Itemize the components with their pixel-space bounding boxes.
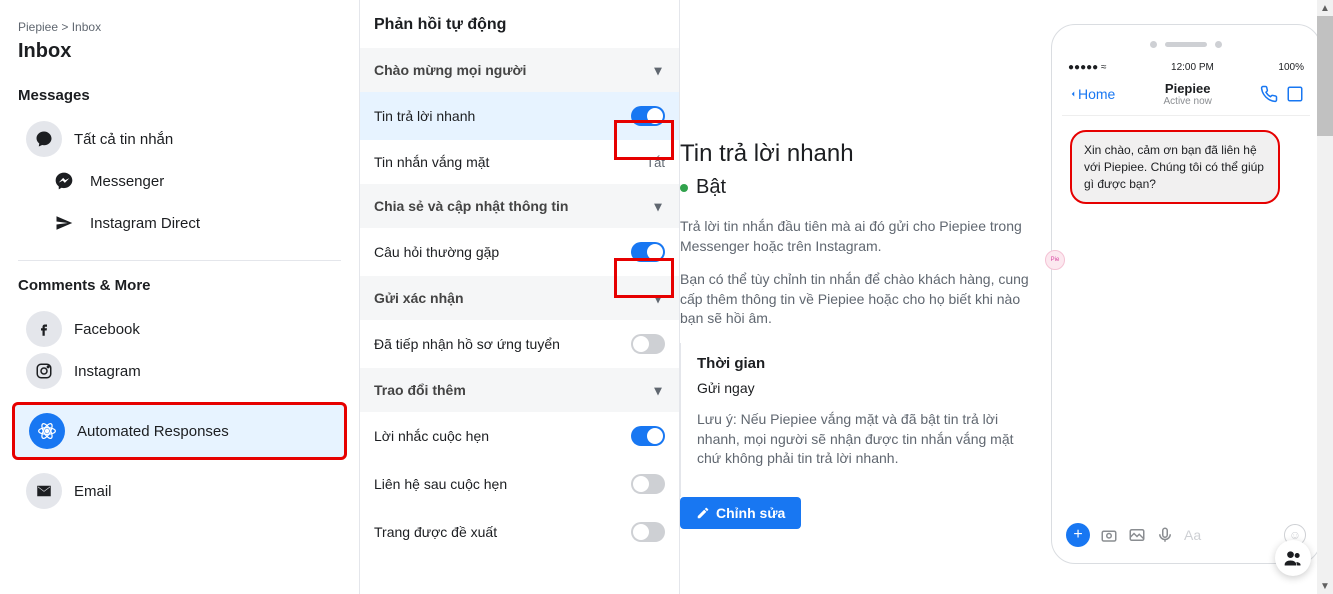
- nav-label: Automated Responses: [77, 423, 229, 440]
- nav-label: Facebook: [74, 321, 140, 338]
- group-confirm[interactable]: Gửi xác nhận ▾: [360, 276, 679, 320]
- image-icon[interactable]: [1128, 526, 1146, 544]
- nav-automated-responses[interactable]: Automated Responses: [12, 402, 347, 460]
- item-application-received[interactable]: Đã tiếp nhận hồ sơ ứng tuyển: [360, 320, 679, 368]
- messenger-icon: [50, 167, 78, 195]
- nav-all-messages[interactable]: Tất cả tin nhắn: [18, 118, 341, 160]
- phone-contact-name: Piepiee: [1115, 81, 1260, 96]
- chevron-left-icon: [1068, 87, 1078, 101]
- breadcrumb-section[interactable]: Inbox: [72, 20, 101, 34]
- pencil-icon: [696, 506, 710, 520]
- item-suggested[interactable]: Trang được đề xuất: [360, 508, 679, 556]
- status-label: Bật: [696, 176, 726, 199]
- toggle-suggested[interactable]: [631, 522, 665, 542]
- time-value: Gửi ngay: [697, 380, 1025, 396]
- phone-speaker: [1062, 35, 1310, 62]
- item-reminder[interactable]: Lời nhắc cuộc hẹn: [360, 412, 679, 460]
- section-comments: Comments & More: [18, 277, 341, 294]
- nav-instagram[interactable]: Instagram: [18, 350, 341, 392]
- phone-contact-status: Active now: [1115, 96, 1260, 107]
- chevron-down-icon: ▾: [651, 383, 665, 397]
- nav-label: Instagram: [74, 363, 141, 380]
- scrollbar[interactable]: ▲ ▼: [1317, 0, 1333, 594]
- status-row: Bật: [680, 176, 1041, 199]
- sidebar: Piepiee > Inbox Inbox Messages Tất cả ti…: [0, 0, 360, 594]
- toggle-reminder[interactable]: [631, 426, 665, 446]
- status-dot-icon: [680, 184, 688, 192]
- phone-plus-icon[interactable]: +: [1066, 523, 1090, 547]
- item-instant-reply[interactable]: Tin trả lời nhanh: [360, 92, 679, 140]
- nav-messenger[interactable]: Messenger: [18, 160, 341, 202]
- mic-icon[interactable]: [1156, 526, 1174, 544]
- phone-preview: ●●●●● ≈ 12:00 PM 100% Home Piepiee Activ…: [1051, 24, 1321, 582]
- phone-status-bar: ●●●●● ≈ 12:00 PM 100%: [1062, 62, 1310, 77]
- chat-icon: [26, 121, 62, 157]
- people-fab[interactable]: [1275, 540, 1311, 576]
- chevron-down-icon: ▾: [651, 199, 665, 213]
- phone-text-input[interactable]: Aa: [1184, 527, 1274, 543]
- edit-button[interactable]: Chỉnh sửa: [680, 497, 801, 529]
- email-icon: [26, 473, 62, 509]
- message-bubble: Xin chào, cảm ơn bạn đã liên hệ với Piep…: [1070, 130, 1280, 204]
- phone-input-bar: + Aa ☺: [1062, 517, 1310, 553]
- phone-info-icon[interactable]: [1286, 85, 1304, 103]
- page-title: Inbox: [18, 40, 341, 63]
- item-away-message[interactable]: Tin nhắn vắng mặt Tắt: [360, 140, 679, 184]
- divider: [18, 260, 341, 261]
- phone-home-link[interactable]: Home: [1068, 86, 1115, 102]
- detail-panel: Tin trả lời nhanh Bật Trả lời tin nhắn đ…: [680, 0, 1333, 594]
- group-share[interactable]: Chia sẻ và cập nhật thông tin ▾: [360, 184, 679, 228]
- send-icon: [50, 209, 78, 237]
- response-options: Phản hồi tự động Chào mừng mọi người ▾ T…: [360, 0, 680, 594]
- atom-icon: [29, 413, 65, 449]
- avatar-icon: Pie: [1045, 250, 1065, 270]
- description-2: Bạn có thể tùy chỉnh tin nhắn để chào kh…: [680, 270, 1041, 329]
- detail-title: Tin trả lời nhanh: [680, 140, 1041, 168]
- time-title: Thời gian: [697, 355, 1025, 372]
- item-after-contact[interactable]: Liên hệ sau cuộc hẹn: [360, 460, 679, 508]
- nav-email[interactable]: Email: [18, 470, 341, 512]
- instagram-icon: [26, 353, 62, 389]
- breadcrumb[interactable]: Piepiee > Inbox: [18, 20, 341, 34]
- nav-label: Messenger: [90, 173, 164, 190]
- chevron-down-icon: ▾: [651, 63, 665, 77]
- phone-call-icon[interactable]: [1260, 85, 1278, 103]
- section-messages: Messages: [18, 87, 341, 104]
- scroll-up-icon[interactable]: ▲: [1317, 0, 1333, 16]
- nav-label: Email: [74, 483, 112, 500]
- group-welcome[interactable]: Chào mừng mọi người ▾: [360, 48, 679, 92]
- nav-instagram-direct[interactable]: Instagram Direct: [18, 202, 341, 244]
- item-faq[interactable]: Câu hỏi thường gặp: [360, 228, 679, 276]
- scroll-down-icon[interactable]: ▼: [1317, 578, 1333, 594]
- breadcrumb-page[interactable]: Piepiee: [18, 20, 58, 34]
- description-1: Trả lời tin nhắn đầu tiên mà ai đó gửi c…: [680, 217, 1041, 256]
- toggle-instant-reply[interactable]: [631, 106, 665, 126]
- toggle-after-contact[interactable]: [631, 474, 665, 494]
- away-status: Tắt: [646, 155, 665, 170]
- phone-header: Home Piepiee Active now: [1062, 77, 1310, 116]
- facebook-icon: [26, 311, 62, 347]
- scrollbar-thumb[interactable]: [1317, 16, 1333, 136]
- nav-label: Tất cả tin nhắn: [74, 131, 173, 148]
- chevron-down-icon: ▾: [651, 291, 665, 305]
- camera-icon[interactable]: [1100, 526, 1118, 544]
- nav-facebook[interactable]: Facebook: [18, 308, 341, 350]
- options-title: Phản hồi tự động: [360, 0, 679, 48]
- group-more[interactable]: Trao đổi thêm ▾: [360, 368, 679, 412]
- time-panel: Thời gian Gửi ngay Lưu ý: Nếu Piepiee vắ…: [680, 343, 1041, 497]
- time-note: Lưu ý: Nếu Piepiee vắng mặt và đã bật ti…: [697, 410, 1025, 469]
- toggle-faq[interactable]: [631, 242, 665, 262]
- toggle-received[interactable]: [631, 334, 665, 354]
- nav-label: Instagram Direct: [90, 215, 200, 232]
